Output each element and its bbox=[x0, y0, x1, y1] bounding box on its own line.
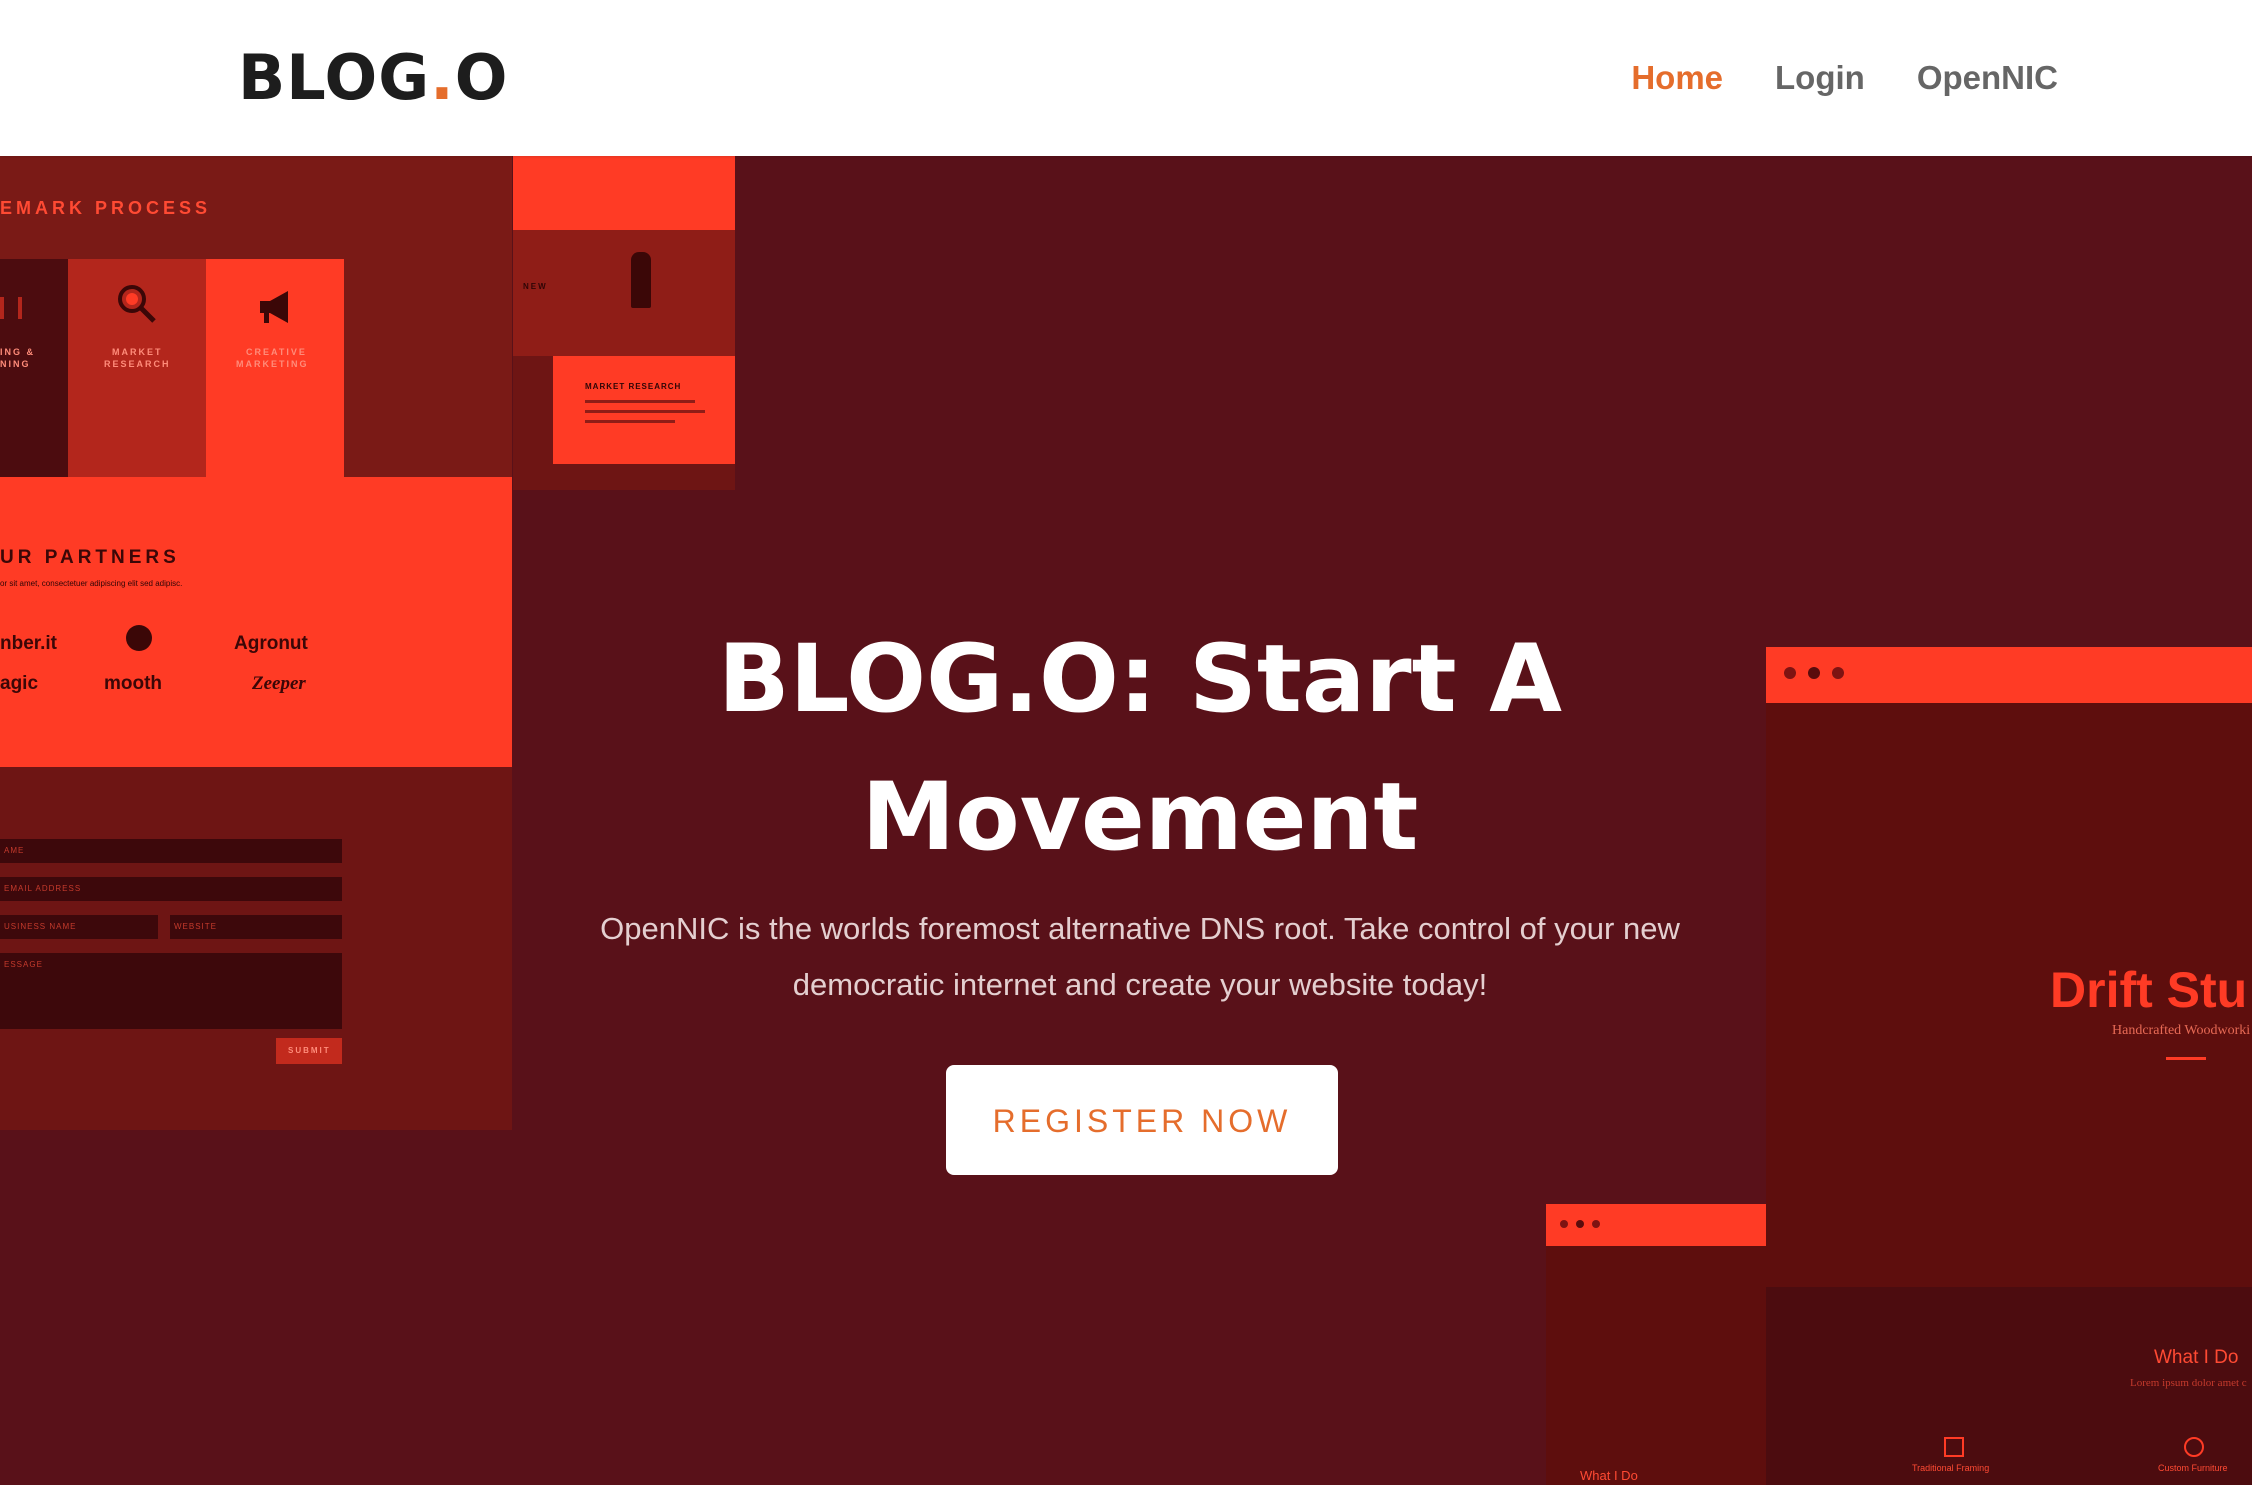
partners-title: UR PARTNERS bbox=[0, 547, 180, 568]
feature-2-label: Custom Furniture bbox=[2158, 1463, 2228, 1473]
logo-text: BLOG bbox=[238, 41, 431, 114]
register-now-button[interactable]: REGISTER NOW bbox=[946, 1065, 1338, 1175]
partner-badge-icon bbox=[126, 625, 152, 651]
hero-section: EMARK PROCESS ING & NING MARKET RESEARCH… bbox=[0, 156, 2252, 1485]
partner-logo: mooth bbox=[104, 673, 163, 694]
top-center-banner bbox=[513, 156, 735, 230]
small-browser-bar bbox=[1546, 1204, 1766, 1246]
partners-block: UR PARTNERS or sit amet, consectetuer ad… bbox=[0, 477, 512, 767]
what-i-do-text: Lorem ipsum dolor amet c bbox=[2130, 1377, 2247, 1389]
window-dots-icon bbox=[1784, 667, 1844, 679]
drift-subtitle: Handcrafted Woodworki bbox=[2112, 1023, 2251, 1038]
form-field-name: AME bbox=[0, 839, 342, 863]
figure-shape bbox=[631, 252, 651, 308]
small-what-i-do: What I Do bbox=[1580, 1468, 1638, 1483]
logo-suffix: O bbox=[454, 41, 509, 114]
service-col-1: ING & NING bbox=[0, 259, 68, 477]
circle-icon bbox=[2184, 1437, 2204, 1457]
hero-title: BLOG.O: Start A Movement bbox=[570, 611, 1710, 887]
logo-dot: . bbox=[430, 41, 455, 114]
partner-logo: agic bbox=[0, 673, 39, 694]
register-now-label: REGISTER NOW bbox=[992, 1103, 1292, 1139]
right-mockup: Drift Stu Handcrafted Woodworki What I D… bbox=[1766, 647, 2252, 1485]
browser-bar bbox=[1766, 647, 2252, 703]
form-field-message: ESSAGE bbox=[0, 953, 342, 1029]
site-header: BLOG.O Home Login OpenNIC bbox=[0, 0, 2252, 156]
text-line bbox=[585, 420, 675, 423]
hero-subtitle: OpenNIC is the worlds foremost alternati… bbox=[600, 911, 1680, 1002]
partner-logo: nber.it bbox=[0, 633, 58, 654]
site-logo[interactable]: BLOG.O bbox=[238, 40, 508, 116]
partner-logo: Agronut bbox=[234, 633, 308, 654]
service-col-2-title2: RESEARCH bbox=[104, 359, 171, 369]
market-research-card: MARKET RESEARCH bbox=[553, 356, 735, 464]
service-col-2: MARKET RESEARCH bbox=[68, 259, 206, 477]
hero-title-line1: BLOG.O: Start A bbox=[717, 625, 1563, 734]
service-col-1-title: ING & bbox=[0, 347, 36, 357]
top-center-mockup: NEW MARKET RESEARCH bbox=[513, 156, 735, 490]
top-center-image: NEW bbox=[513, 230, 735, 356]
form-field-business: USINESS NAME bbox=[0, 915, 158, 939]
partners-caption: or sit amet, consectetuer adipiscing eli… bbox=[0, 579, 183, 588]
service-col-3: CREATIVE MARKETING bbox=[206, 259, 344, 477]
process-title: EMARK PROCESS bbox=[0, 198, 212, 218]
feature-1-label: Traditional Framing bbox=[1912, 1463, 1990, 1473]
contact-form-mockup: AME EMAIL ADDRESS USINESS NAME WEBSITE E… bbox=[0, 767, 512, 1130]
nav-opennic[interactable]: OpenNIC bbox=[1917, 50, 2058, 106]
main-nav: Home Login OpenNIC bbox=[1631, 50, 2058, 106]
service-col-3-title: CREATIVE bbox=[246, 347, 307, 357]
hero-title-line2: Movement bbox=[861, 763, 1419, 872]
service-col-3-title2: MARKETING bbox=[236, 359, 309, 369]
label-new: NEW bbox=[523, 282, 548, 291]
drift-title: Drift Stu bbox=[2050, 962, 2248, 1018]
partner-logo: Zeeper bbox=[252, 673, 306, 694]
magnifier-icon bbox=[118, 285, 156, 323]
small-window-dots-icon bbox=[1560, 1220, 1600, 1228]
nav-home[interactable]: Home bbox=[1631, 50, 1723, 106]
nav-login[interactable]: Login bbox=[1775, 50, 1865, 106]
divider bbox=[2166, 1057, 2206, 1060]
text-line bbox=[585, 410, 705, 413]
service-col-2-title: MARKET bbox=[112, 347, 163, 357]
text-line bbox=[585, 400, 695, 403]
form-field-website: WEBSITE bbox=[170, 915, 342, 939]
small-mockup: What I Do bbox=[1546, 1204, 1766, 1485]
market-research-label: MARKET RESEARCH bbox=[585, 382, 682, 391]
left-mockup: EMARK PROCESS ING & NING MARKET RESEARCH… bbox=[0, 156, 512, 1130]
megaphone-icon bbox=[260, 291, 288, 323]
form-field-email: EMAIL ADDRESS bbox=[0, 877, 342, 901]
drift-hero-image: Drift Stu Handcrafted Woodworki bbox=[1766, 703, 2252, 1287]
square-icon bbox=[1944, 1437, 1964, 1457]
service-col-1-title2: NING bbox=[0, 359, 31, 369]
form-submit-mockup: SUBMIT bbox=[276, 1038, 342, 1064]
what-i-do-title: What I Do bbox=[2154, 1347, 2239, 1368]
chart-icon bbox=[0, 297, 22, 319]
